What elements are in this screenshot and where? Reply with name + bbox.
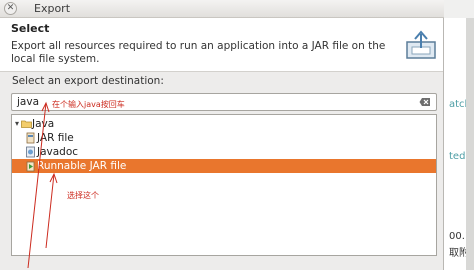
tree-item-label: Java <box>32 118 55 130</box>
tree-item-jar-file[interactable]: JAR file <box>12 131 436 145</box>
screen: atch ted ca 00.1.8 取附件 ✕ Export Select E… <box>0 0 474 270</box>
background-scrollbar[interactable] <box>466 18 474 270</box>
clear-text-icon[interactable] <box>419 97 431 107</box>
page-title: Select <box>11 22 50 35</box>
tree-item-java[interactable]: ▾ Java <box>12 117 436 131</box>
tree-item-label: JAR file <box>37 132 74 144</box>
filter-input-value: java <box>17 96 39 108</box>
expand-toggle-icon[interactable]: ▾ <box>15 117 19 131</box>
tree-item-label: Runnable JAR file <box>37 160 127 172</box>
tree-item-javadoc[interactable]: Javadoc <box>12 145 436 159</box>
window-title: Export <box>34 2 71 15</box>
destination-label: Select an export destination: <box>12 75 164 87</box>
background-editor-header <box>444 0 474 18</box>
title-bar[interactable]: ✕ Export <box>0 0 444 18</box>
annotation-select-note: 选择这个 <box>67 191 99 200</box>
wizard-header: Select Export all resources required to … <box>0 18 443 72</box>
close-button[interactable]: ✕ <box>4 2 17 15</box>
tree-item-runnable-jar-file[interactable]: Runnable JAR file <box>12 159 436 173</box>
jar-icon <box>26 132 35 144</box>
page-description: Export all resources required to run an … <box>11 40 386 65</box>
annotation-input-note: 在个输入java按回车 <box>52 100 125 109</box>
folder-icon <box>21 120 32 128</box>
wizard-tree[interactable]: ▾ Java JAR file Javadoc Runnable JAR fil… <box>11 114 437 256</box>
dialog-bottom <box>0 258 443 270</box>
close-icon: ✕ <box>6 3 15 13</box>
export-dialog: ✕ Export Select Export all resources req… <box>0 0 444 270</box>
tree-item-label: Javadoc <box>37 146 79 158</box>
export-wizard-icon <box>406 30 436 59</box>
runnable-jar-icon <box>26 161 35 172</box>
javadoc-icon <box>26 146 35 158</box>
